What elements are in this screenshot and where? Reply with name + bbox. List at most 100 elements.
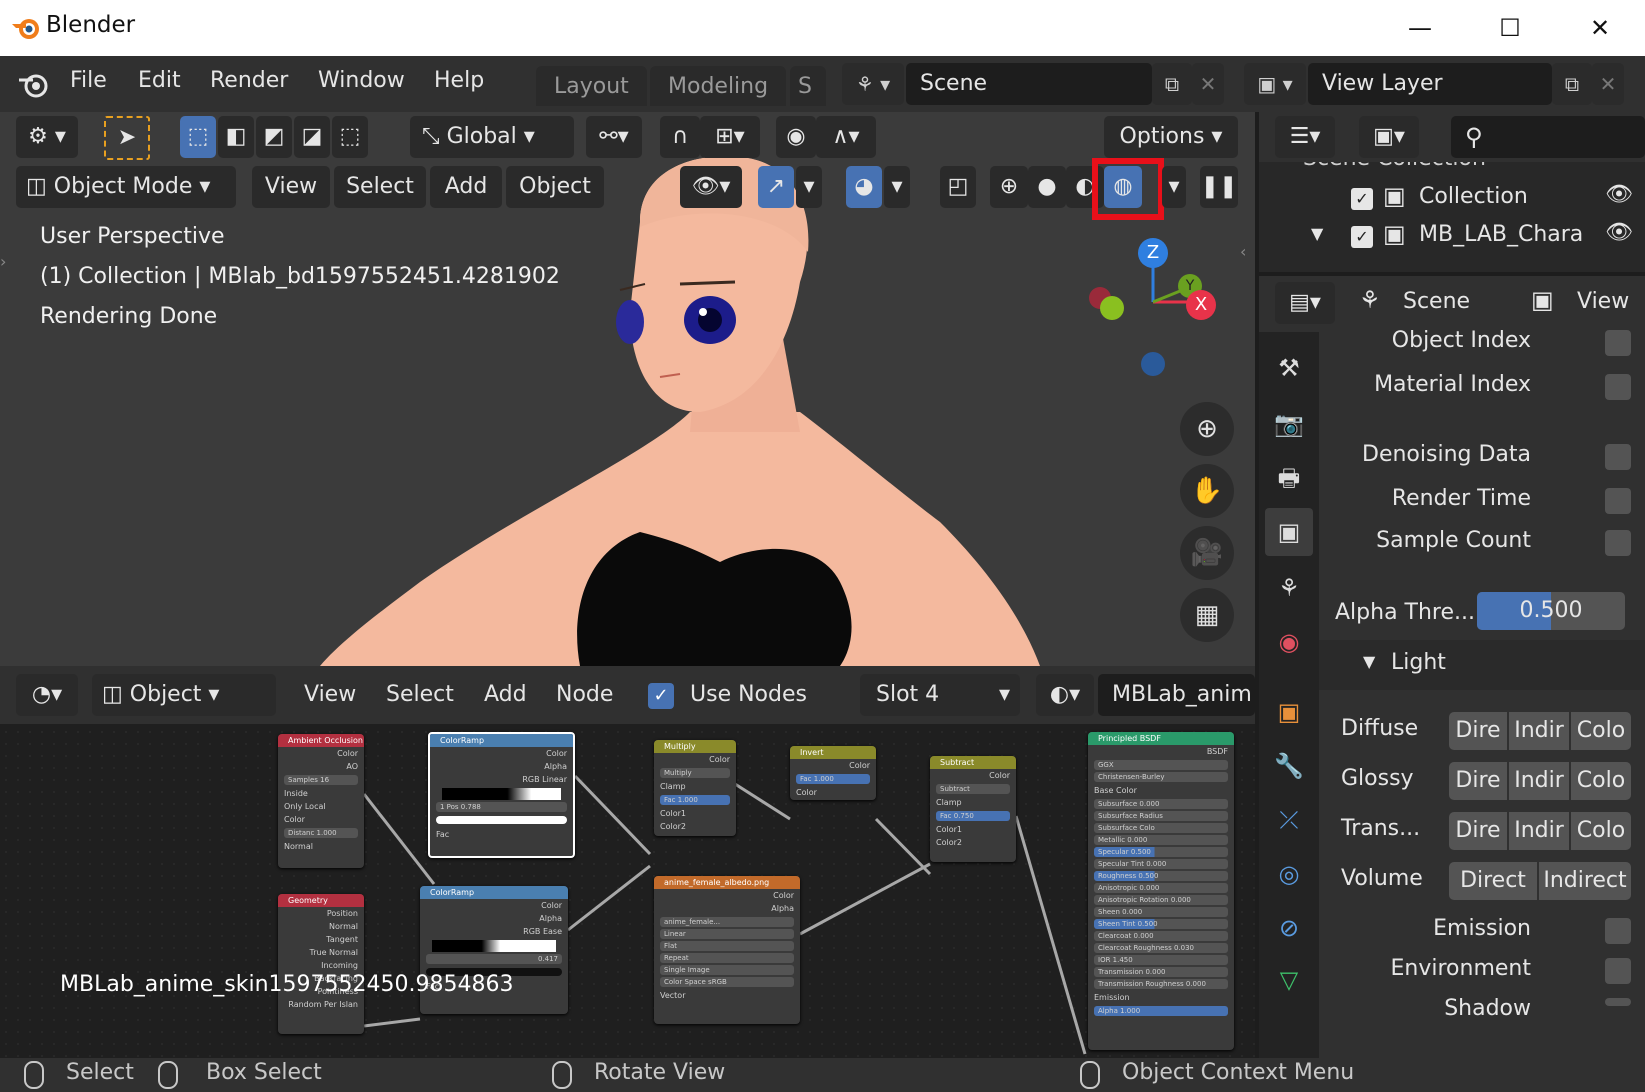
glossy-color-button[interactable]: Colo [1571,762,1631,800]
snap-icon[interactable]: ∩ [660,116,700,158]
sidebar-expand-icon[interactable]: ‹ [1240,242,1246,261]
node-colorramp-1[interactable]: ColorRamp Color Alpha RGB Linear 1 Pos 0… [428,732,575,858]
eye-icon[interactable]: 👁 [1605,220,1633,245]
glossy-indirect-button[interactable]: Indir [1509,762,1569,800]
options-dropdown[interactable]: Options ▾ [1104,116,1238,158]
shading-dropdown-icon[interactable]: ▾ [1162,166,1186,208]
overlay-toggle-icon[interactable]: ◕ [846,166,882,208]
interpolation-dropdown[interactable]: RGB Linear [430,773,573,786]
bsdf-field[interactable]: Subsurface Radius [1094,811,1228,821]
diffuse-color-button[interactable]: Colo [1571,712,1631,750]
tool-tab-icon[interactable]: ⚒ [1265,344,1313,392]
bsdf-field[interactable]: Subsurface Colo [1094,823,1228,833]
node-menu-add[interactable]: Add [484,682,527,707]
mode-dropdown[interactable]: ◫ Object Mode ▾ [16,166,236,208]
node-multiply[interactable]: Multiply Color Multiply Clamp Fac 1.000 … [654,740,736,836]
outliner-item-collection[interactable]: Collection [1419,184,1528,209]
menu-render[interactable]: Render [210,68,288,93]
node-image-texture[interactable]: anime_female_albedo.png Color Alpha anim… [654,876,800,1024]
viewport-menu-add[interactable]: Add [430,166,502,208]
inside-checkbox[interactable]: Inside [278,787,364,800]
tab-modeling[interactable]: Modeling [650,66,787,106]
alpha-threshold-slider[interactable]: 0.500 [1477,592,1625,630]
camera-view-icon[interactable]: 🎥 [1180,526,1234,580]
outliner-filter-icon[interactable]: ▣▾ [1359,116,1419,158]
collection-checkbox[interactable]: ✓ [1351,188,1373,210]
pivot-point-icon[interactable]: ⚯▾ [586,116,642,158]
output-tab-icon[interactable]: 🖶 [1265,454,1313,502]
select-intersect-icon[interactable]: ⬚ [332,116,368,158]
gizmo-dropdown-icon[interactable]: ▾ [796,166,822,208]
projection-dropdown[interactable]: Flat [660,941,794,951]
particles-tab-icon[interactable]: ⤫ [1265,796,1313,844]
bsdf-field[interactable]: Specular 0.500 [1094,847,1228,857]
select-invert-icon[interactable]: ◪ [294,116,330,158]
data-tab-icon[interactable]: ▽ [1265,956,1313,1004]
constraints-tab-icon[interactable]: ⊘ [1265,904,1313,952]
solid-shading-icon[interactable]: ● [1028,166,1066,208]
bsdf-field[interactable]: Anisotropic Rotation 0.000 [1094,895,1228,905]
render-time-checkbox[interactable] [1605,488,1631,514]
shadow-checkbox[interactable] [1605,998,1631,1006]
view-layer-name-field[interactable]: View Layer [1308,63,1552,105]
outliner[interactable]: ☰▾ ▣▾ ⚲ Scene Collection ✓ ▣ Collection … [1259,112,1645,272]
bsdf-field[interactable]: Subsurface 0.000 [1094,799,1228,809]
menu-window[interactable]: Window [318,68,405,93]
interpolation-dropdown[interactable]: Linear [660,929,794,939]
node-menu-view[interactable]: View [304,682,356,707]
bsdf-field[interactable]: Anisotropic 0.000 [1094,883,1228,893]
zoom-icon[interactable]: ⊕ [1180,402,1234,456]
emission-checkbox[interactable] [1605,918,1631,944]
bsdf-field[interactable]: Clearcoat Roughness 0.030 [1094,943,1228,953]
slot-dropdown[interactable]: Slot 4 ▾ [860,674,1020,716]
image-selector[interactable]: anime_female... [660,917,794,927]
volume-direct-button[interactable]: Direct [1449,862,1537,900]
view-layer-tab-icon[interactable]: ▣ [1265,508,1313,556]
shader-node-editor[interactable]: ◔▾ ◫ Object ▾ View Select Add Node ✓ Use… [0,666,1255,1058]
bsdf-field[interactable]: IOR 1.450 [1094,955,1228,965]
scene-tab-icon[interactable]: ⚘ [1265,564,1313,612]
viewport-menu-object[interactable]: Object [506,166,604,208]
extension-dropdown[interactable]: Repeat [660,953,794,963]
bsdf-field[interactable]: Sheen Tint 0.500 [1094,919,1228,929]
properties-editor[interactable]: ▤▾ ⚘ Scene ▣ View ⚒ 📷 🖶 ▣ ⚘ ◉ ▣ 🔧 ⤫ ◎ ⊘ … [1259,276,1645,1058]
object-index-checkbox[interactable] [1605,330,1631,356]
fac-field[interactable]: Fac 1.000 [796,774,870,784]
new-view-layer-icon[interactable]: ⧉ [1552,63,1592,105]
node-ambient-occlusion[interactable]: Ambient Occlusion Color AO Samples 16 In… [278,734,364,868]
tool-settings-icon[interactable]: ⚙ ▾ [16,116,78,158]
blend-mode-dropdown[interactable]: Multiply [660,768,730,778]
sample-count-checkbox[interactable] [1605,530,1631,556]
gizmo-toggle-icon[interactable]: ↗ [758,166,794,208]
diffuse-indirect-button[interactable]: Indir [1509,712,1569,750]
shader-type-dropdown[interactable]: ◫ Object ▾ [92,674,276,716]
minimize-button[interactable]: — [1400,8,1440,48]
material-browse-icon[interactable]: ◐▾ [1036,674,1094,716]
color-ramp-gradient[interactable] [442,788,561,800]
outliner-search-input[interactable]: ⚲ [1451,116,1645,158]
transmission-color-button[interactable]: Colo [1571,812,1631,850]
node-principled-bsdf[interactable]: Principled BSDF BSDF GGX Christensen-Bur… [1088,732,1234,1050]
expand-arrow-icon[interactable]: ▼ [1311,224,1323,243]
subsurface-method-dropdown[interactable]: Christensen-Burley [1094,772,1228,782]
editor-type-icon[interactable]: ◔▾ [16,674,78,716]
menu-file[interactable]: File [70,68,107,93]
viewport-menu-view[interactable]: View [252,166,330,208]
node-menu-select[interactable]: Select [386,682,454,707]
delete-scene-icon[interactable]: ✕ [1192,63,1224,105]
viewport-menu-select[interactable]: Select [334,166,426,208]
mblab-checkbox[interactable]: ✓ [1351,226,1373,248]
tab-more[interactable]: S [790,66,826,106]
position-field[interactable]: 0.417 [426,954,562,964]
bsdf-field[interactable]: Metallic 0.000 [1094,835,1228,845]
node-subtract[interactable]: Subtract Color Subtract Clamp Fac 0.750 … [930,756,1016,862]
only-local-checkbox[interactable]: Only Local [278,800,364,813]
visibility-icon[interactable]: 👁▾ [680,166,742,208]
bsdf-field[interactable]: Specular Tint 0.000 [1094,859,1228,869]
clamp-checkbox[interactable]: Clamp [654,780,736,793]
bsdf-field[interactable]: Alpha 1.000 [1094,1006,1228,1016]
menu-help[interactable]: Help [434,68,484,93]
eye-icon[interactable]: 👁 [1605,182,1633,207]
fac-field[interactable]: Fac 0.750 [936,811,1010,821]
transmission-indirect-button[interactable]: Indir [1509,812,1569,850]
